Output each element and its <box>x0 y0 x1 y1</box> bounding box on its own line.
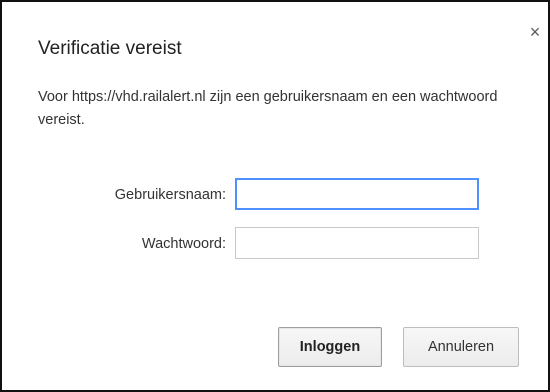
password-input[interactable] <box>235 227 479 259</box>
login-button[interactable]: Inloggen <box>278 327 382 367</box>
username-label: Gebruikersnaam: <box>114 187 226 203</box>
cancel-button[interactable]: Annuleren <box>403 327 519 367</box>
dialog-description: Voor https://vhd.railalert.nl zijn een g… <box>38 89 498 128</box>
dialog-title: Verificatie vereist <box>38 38 182 59</box>
password-label: Wachtwoord: <box>141 236 226 252</box>
auth-dialog: × Verificatie vereist Voor https://vhd.r… <box>0 0 550 392</box>
username-input[interactable] <box>235 178 479 210</box>
close-icon[interactable]: × <box>527 23 543 41</box>
